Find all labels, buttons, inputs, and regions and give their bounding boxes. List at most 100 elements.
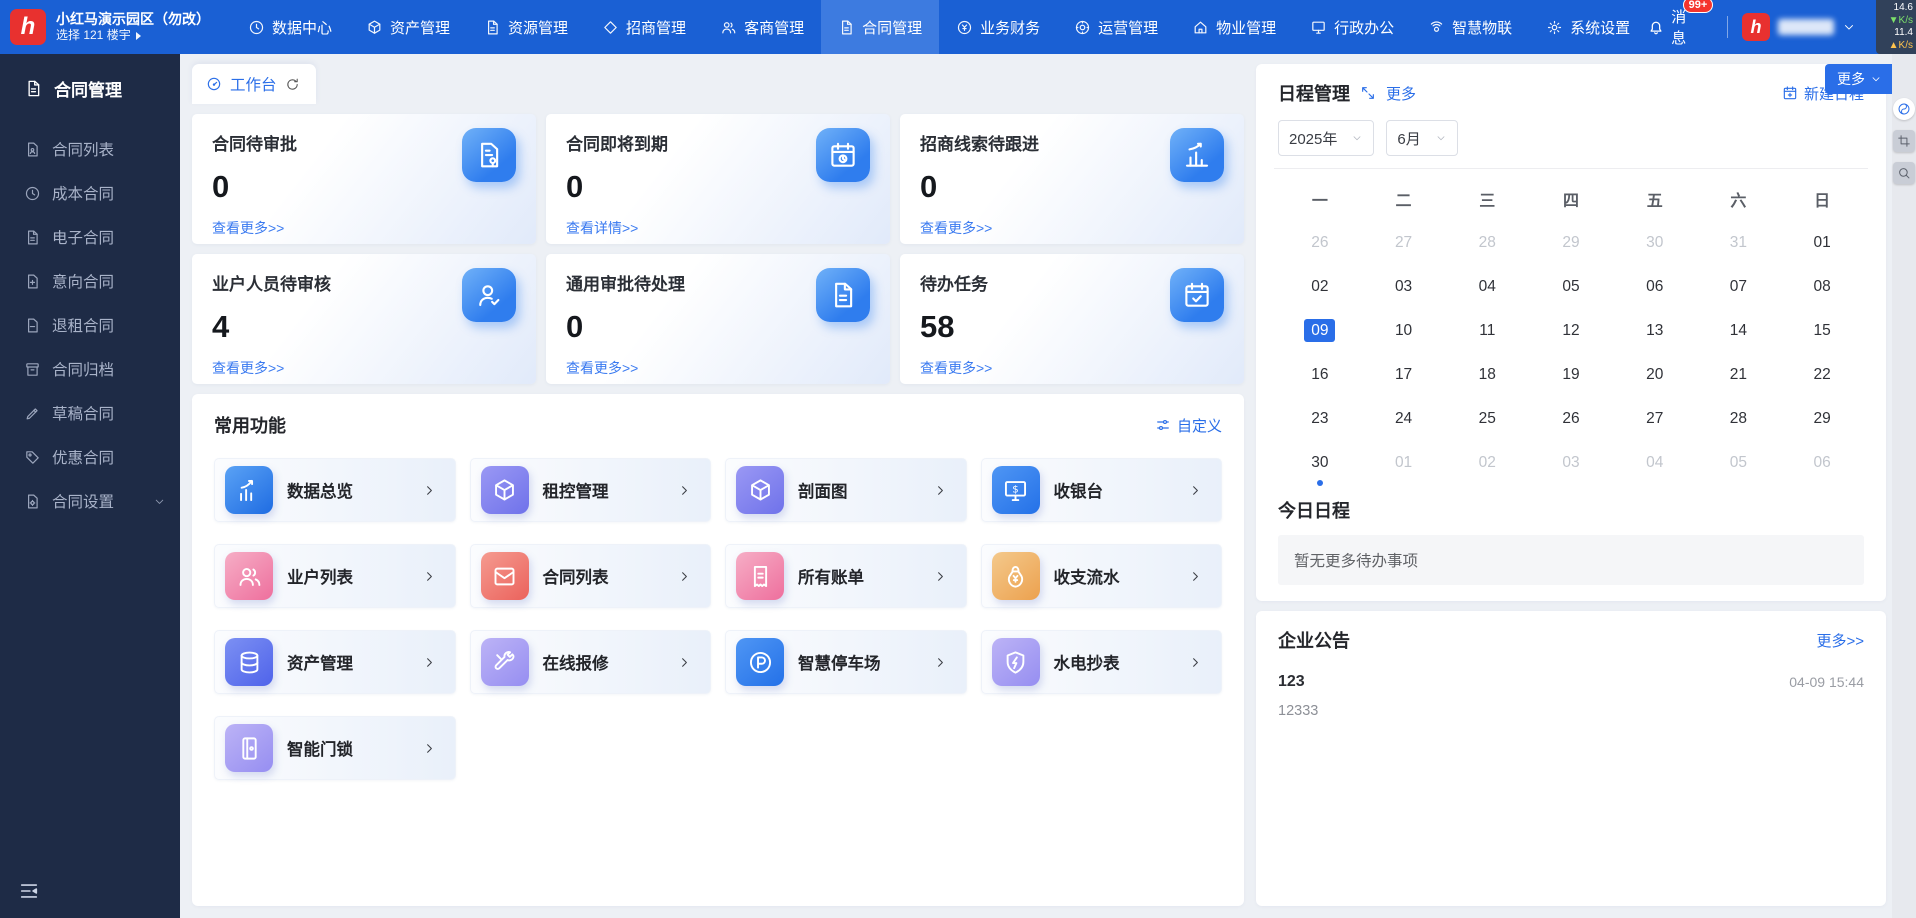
calendar-day-13[interactable]: 13 <box>1613 309 1697 353</box>
building-selector[interactable]: 选择 121 楼宇 <box>56 28 210 43</box>
screenshot-button[interactable] <box>1893 130 1915 152</box>
function-item-所有账单[interactable]: 所有账单 <box>725 544 967 608</box>
nav-item-合同管理[interactable]: 合同管理 <box>821 0 939 54</box>
sidebar-item-优惠合同[interactable]: 优惠合同 <box>0 435 180 479</box>
calendar-day-05[interactable]: 05 <box>1529 265 1613 309</box>
calendar-day-08[interactable]: 08 <box>1780 265 1864 309</box>
announcement-item[interactable]: 12304-09 15:4412333 <box>1278 673 1864 719</box>
nav-item-运营管理[interactable]: 运营管理 <box>1057 0 1175 54</box>
sidebar-item-合同设置[interactable]: 合同设置 <box>0 479 180 523</box>
calendar-day-24[interactable]: 24 <box>1362 397 1446 441</box>
calendar-day-02[interactable]: 02 <box>1278 265 1362 309</box>
schedule-more-link[interactable]: 更多 <box>1386 83 1416 104</box>
nav-item-智慧物联[interactable]: 智慧物联 <box>1411 0 1529 54</box>
calendar-day-09[interactable]: 09 <box>1278 309 1362 353</box>
calendar-day-21[interactable]: 21 <box>1697 353 1781 397</box>
assistant-button[interactable] <box>1893 98 1915 120</box>
calendar-day-26[interactable]: 26 <box>1278 221 1362 265</box>
stat-card-more-link[interactable]: 查看更多>> <box>920 218 992 238</box>
sidebar-item-合同归档[interactable]: 合同归档 <box>0 347 180 391</box>
nav-item-系统设置[interactable]: 系统设置 <box>1529 0 1647 54</box>
sidebar-item-退租合同[interactable]: 退租合同 <box>0 303 180 347</box>
nav-item-物业管理[interactable]: 物业管理 <box>1175 0 1293 54</box>
calendar-day-01[interactable]: 01 <box>1362 441 1446 485</box>
stat-card-more-link[interactable]: 查看详情>> <box>566 218 638 238</box>
calendar-day-17[interactable]: 17 <box>1362 353 1446 397</box>
search-tool-button[interactable] <box>1893 162 1915 184</box>
calendar-day-04[interactable]: 04 <box>1613 441 1697 485</box>
calendar-day-03[interactable]: 03 <box>1362 265 1446 309</box>
nav-item-数据中心[interactable]: 数据中心 <box>231 0 349 54</box>
calendar-day-27[interactable]: 27 <box>1613 397 1697 441</box>
calendar-day-01[interactable]: 01 <box>1780 221 1864 265</box>
nav-item-业务财务[interactable]: 业务财务 <box>939 0 1057 54</box>
calendar-day-07[interactable]: 07 <box>1697 265 1781 309</box>
calendar-day-04[interactable]: 04 <box>1445 265 1529 309</box>
calendar-day-29[interactable]: 29 <box>1780 397 1864 441</box>
nav-item-客商管理[interactable]: 客商管理 <box>703 0 821 54</box>
refresh-icon[interactable] <box>285 77 300 92</box>
nav-item-招商管理[interactable]: 招商管理 <box>585 0 703 54</box>
nav-item-行政办公[interactable]: 行政办公 <box>1293 0 1411 54</box>
stat-card-more-link[interactable]: 查看更多>> <box>212 218 284 238</box>
sidebar-item-草稿合同[interactable]: 草稿合同 <box>0 391 180 435</box>
function-item-在线报修[interactable]: 在线报修 <box>470 630 712 694</box>
function-item-智慧停车场[interactable]: 智慧停车场 <box>725 630 967 694</box>
calendar-day-20[interactable]: 20 <box>1613 353 1697 397</box>
function-item-合同列表[interactable]: 合同列表 <box>470 544 712 608</box>
nav-item-资产管理[interactable]: 资产管理 <box>349 0 467 54</box>
more-button[interactable]: 更多 <box>1825 64 1892 94</box>
stat-card-more-link[interactable]: 查看更多>> <box>566 358 638 378</box>
expand-icon[interactable] <box>1360 85 1376 101</box>
calendar-day-06[interactable]: 06 <box>1780 441 1864 485</box>
function-item-数据总览[interactable]: 数据总览 <box>214 458 456 522</box>
calendar-day-29[interactable]: 29 <box>1529 221 1613 265</box>
function-item-资产管理[interactable]: 资产管理 <box>214 630 456 694</box>
sidebar-item-合同列表[interactable]: 合同列表 <box>0 127 180 171</box>
calendar-day-05[interactable]: 05 <box>1697 441 1781 485</box>
stat-card-more-link[interactable]: 查看更多>> <box>212 358 284 378</box>
function-item-水电抄表[interactable]: 水电抄表 <box>981 630 1223 694</box>
announcements-more-link[interactable]: 更多>> <box>1816 630 1864 651</box>
calendar-day-10[interactable]: 10 <box>1362 309 1446 353</box>
calendar-day-27[interactable]: 27 <box>1362 221 1446 265</box>
calendar-day-12[interactable]: 12 <box>1529 309 1613 353</box>
calendar-day-19[interactable]: 19 <box>1529 353 1613 397</box>
calendar-day-30[interactable]: 30 <box>1278 441 1362 485</box>
sidebar-item-成本合同[interactable]: 成本合同 <box>0 171 180 215</box>
calendar-day-22[interactable]: 22 <box>1780 353 1864 397</box>
calendar-day-16[interactable]: 16 <box>1278 353 1362 397</box>
stat-card-more-link[interactable]: 查看更多>> <box>920 358 992 378</box>
sidebar-item-电子合同[interactable]: 电子合同 <box>0 215 180 259</box>
month-select[interactable]: 6月 <box>1386 120 1457 156</box>
sidebar-collapse-button[interactable] <box>18 880 40 902</box>
nav-item-资源管理[interactable]: 资源管理 <box>467 0 585 54</box>
function-item-收银台[interactable]: $收银台 <box>981 458 1223 522</box>
user-menu[interactable]: h <box>1742 13 1856 41</box>
calendar-day-26[interactable]: 26 <box>1529 397 1613 441</box>
calendar-day-30[interactable]: 30 <box>1613 221 1697 265</box>
function-item-租控管理[interactable]: 租控管理 <box>470 458 712 522</box>
calendar-day-28[interactable]: 28 <box>1445 221 1529 265</box>
tab-workbench[interactable]: 工作台 <box>192 64 316 104</box>
function-item-业户列表[interactable]: 业户列表 <box>214 544 456 608</box>
calendar-day-18[interactable]: 18 <box>1445 353 1529 397</box>
function-item-收支流水[interactable]: 收支流水 <box>981 544 1223 608</box>
calendar-day-31[interactable]: 31 <box>1697 221 1781 265</box>
customize-button[interactable]: 自定义 <box>1155 415 1222 436</box>
calendar-day-14[interactable]: 14 <box>1697 309 1781 353</box>
calendar-day-15[interactable]: 15 <box>1780 309 1864 353</box>
messages-button[interactable]: 消息 99+ <box>1647 6 1687 48</box>
calendar-day-11[interactable]: 11 <box>1445 309 1529 353</box>
year-select[interactable]: 2025年 <box>1278 120 1374 156</box>
calendar-day-06[interactable]: 06 <box>1613 265 1697 309</box>
today-schedule-empty: 暂无更多待办事项 <box>1278 535 1864 585</box>
sidebar-item-意向合同[interactable]: 意向合同 <box>0 259 180 303</box>
calendar-day-28[interactable]: 28 <box>1697 397 1781 441</box>
function-item-智能门锁[interactable]: 智能门锁 <box>214 716 456 780</box>
function-item-剖面图[interactable]: 剖面图 <box>725 458 967 522</box>
calendar-day-25[interactable]: 25 <box>1445 397 1529 441</box>
calendar-day-03[interactable]: 03 <box>1529 441 1613 485</box>
calendar-day-02[interactable]: 02 <box>1445 441 1529 485</box>
calendar-day-23[interactable]: 23 <box>1278 397 1362 441</box>
